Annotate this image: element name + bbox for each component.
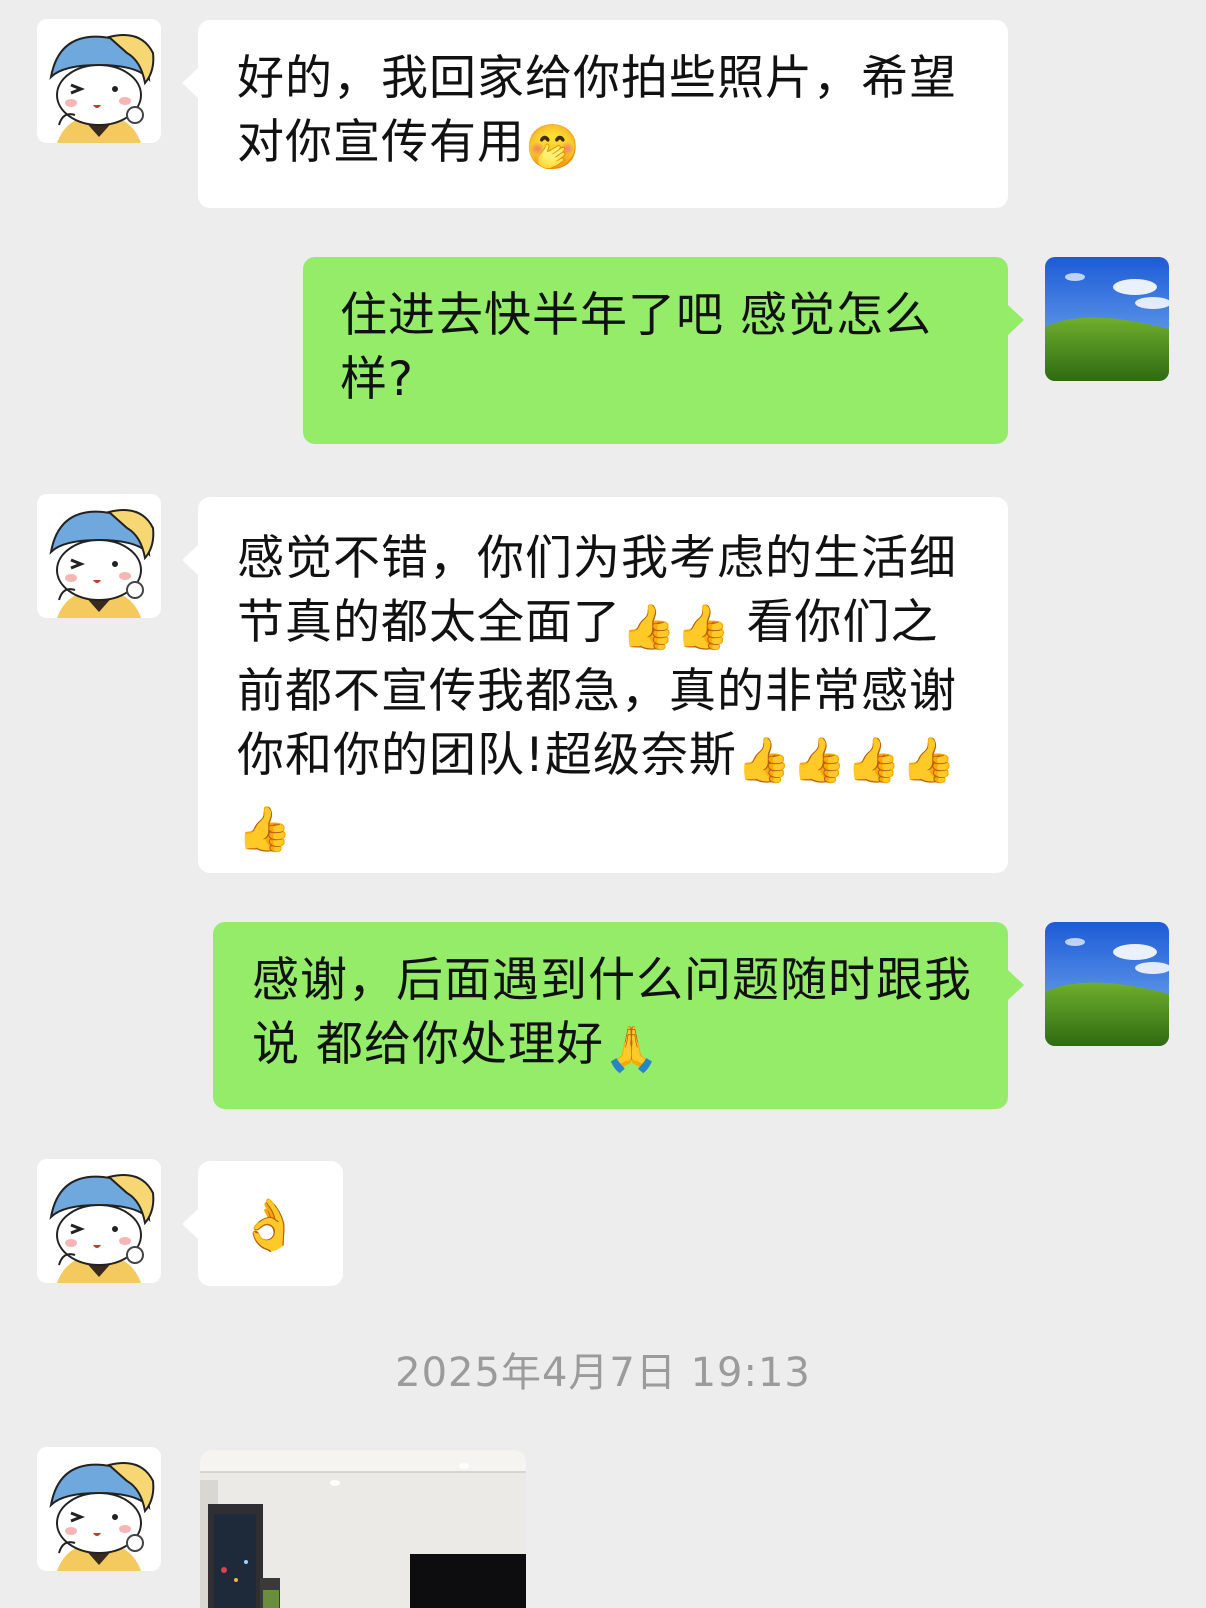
green-hills-blue-sky-avatar-icon	[1045, 257, 1169, 381]
green-hills-blue-sky-avatar-icon	[1045, 922, 1169, 1046]
message-bubble-incoming[interactable]: 感觉不错，你们为我考虑的生活细节真的都太全面了👍👍 看你们之前都不宣传我都急，真…	[182, 497, 1008, 873]
message-bubble-outgoing[interactable]: 住进去快半年了吧 感觉怎么样?	[303, 257, 1024, 444]
contact-avatar[interactable]	[37, 1447, 161, 1571]
hand-over-mouth-emoji-icon: 🤭	[525, 122, 580, 173]
cartoon-girl-avatar-icon	[37, 494, 161, 618]
room-interior-photo-icon	[200, 1450, 526, 1608]
message-text: 住进去快半年了吧 感觉怎么样?	[340, 288, 932, 407]
message-bubble-incoming[interactable]: 👌	[182, 1161, 343, 1286]
folded-hands-emoji-icon: 🙏	[603, 1024, 659, 1075]
message-bubble-outgoing[interactable]: 感谢，后面遇到什么问题随时跟我说 都给你处理好🙏	[213, 922, 1024, 1109]
ok-hand-emoji-icon: 👌	[238, 1196, 301, 1254]
cartoon-girl-avatar-icon	[37, 1159, 161, 1283]
message-timestamp: 2025年4月7日 19:13	[395, 1350, 811, 1396]
own-avatar[interactable]	[1045, 257, 1169, 381]
contact-avatar[interactable]	[37, 494, 161, 618]
contact-avatar[interactable]	[37, 1159, 161, 1283]
cartoon-girl-avatar-icon	[37, 19, 161, 143]
message-bubble-incoming[interactable]: 好的，我回家给你拍些照片，希望对你宣传有用🤭	[182, 20, 1008, 208]
message-text: 好的，我回家给你拍些照片，希望对你宣传有用	[237, 51, 957, 170]
own-avatar[interactable]	[1045, 922, 1169, 1046]
contact-avatar[interactable]	[37, 19, 161, 143]
cartoon-girl-avatar-icon	[37, 1447, 161, 1571]
thumbs-up-emoji-icon: 👍👍	[621, 602, 731, 653]
photo-message[interactable]	[200, 1450, 526, 1608]
